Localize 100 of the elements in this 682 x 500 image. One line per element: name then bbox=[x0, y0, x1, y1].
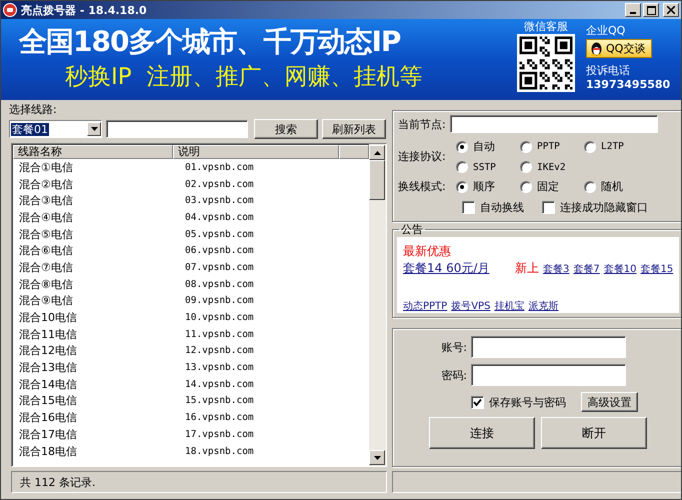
route-name: 混合15电信 bbox=[18, 393, 78, 408]
promo-text: 最新优惠 bbox=[403, 243, 451, 260]
search-button[interactable]: 搜索 bbox=[254, 119, 318, 139]
password-field[interactable] bbox=[471, 364, 626, 386]
maximize-button[interactable] bbox=[643, 3, 659, 17]
node-field[interactable] bbox=[450, 115, 658, 133]
route-host: 07.vpsnb.com bbox=[184, 262, 255, 273]
column-header[interactable]: 说明 bbox=[173, 145, 339, 159]
refresh-list-button[interactable]: 刷新列表 bbox=[322, 119, 386, 139]
check-icon bbox=[473, 398, 482, 406]
route-host: 16.vpsnb.com bbox=[184, 412, 255, 424]
route-row[interactable]: 混合17电信 17.vpsnb.com bbox=[13, 426, 369, 443]
promo-text: 新上 bbox=[515, 260, 539, 277]
route-host: 17.vpsnb.com bbox=[184, 428, 255, 440]
search-field[interactable] bbox=[106, 120, 248, 138]
package-dropdown[interactable]: 套餐01 bbox=[9, 120, 102, 138]
option-checkbox[interactable]: 自动换线 bbox=[462, 200, 524, 215]
scroll-thumb[interactable] bbox=[369, 160, 385, 200]
promo-link[interactable]: 挂机宝 bbox=[494, 299, 524, 313]
scroll-down-icon bbox=[374, 456, 380, 460]
scrollbar[interactable] bbox=[369, 144, 386, 466]
route-name: 混合⑦电信 bbox=[18, 260, 74, 275]
route-row[interactable]: 混合10电信 10.vpsnb.com bbox=[13, 309, 369, 326]
route-name: 混合17电信 bbox=[18, 426, 78, 442]
advanced-settings-button[interactable]: 高级设置 bbox=[581, 392, 638, 412]
route-host: 12.vpsnb.com bbox=[184, 345, 255, 356]
mode-label: 换线模式: bbox=[398, 179, 447, 194]
route-name: 混合⑤电信 bbox=[18, 226, 74, 242]
promo-link[interactable]: 套餐10 bbox=[604, 262, 636, 276]
route-name: 混合⑨电信 bbox=[18, 293, 74, 308]
promo-link[interactable]: 动态PPTP bbox=[403, 299, 448, 313]
qq-chat-button[interactable]: QQ交谈 bbox=[586, 39, 652, 58]
route-row[interactable]: 混合12电信 12.vpsnb.com bbox=[13, 342, 369, 360]
route-row[interactable]: 混合⑦电信 07.vpsnb.com bbox=[13, 259, 369, 276]
connect-button[interactable]: 连接 bbox=[429, 417, 535, 449]
route-row[interactable]: 混合⑨电信 09.vpsnb.com bbox=[13, 292, 369, 310]
route-row[interactable]: 混合②电信 02.vpsnb.com bbox=[13, 176, 369, 192]
disconnect-button[interactable]: 断开 bbox=[541, 417, 647, 449]
route-row[interactable]: 混合15电信 15.vpsnb.com bbox=[13, 392, 369, 410]
route-host: 08.vpsnb.com bbox=[184, 278, 255, 290]
qq-label: 企业QQ bbox=[586, 24, 626, 37]
protocol-radio[interactable]: 自动 bbox=[456, 139, 520, 154]
route-host: 10.vpsnb.com bbox=[184, 312, 255, 324]
route-host: 15.vpsnb.com bbox=[184, 395, 255, 406]
route-row[interactable]: 混合⑤电信 05.vpsnb.com bbox=[13, 226, 369, 242]
route-host: 05.vpsnb.com bbox=[184, 228, 255, 240]
route-name: 混合①电信 bbox=[18, 160, 74, 175]
line-label: 选择线路: bbox=[8, 103, 58, 117]
route-row[interactable]: 混合14电信 14.vpsnb.com bbox=[13, 376, 369, 393]
penguin-icon bbox=[590, 41, 603, 56]
mode-radio[interactable]: 固定 bbox=[520, 179, 584, 194]
route-row[interactable]: 混合③电信 03.vpsnb.com bbox=[13, 192, 369, 210]
route-name: 混合10电信 bbox=[18, 310, 78, 326]
minimize-button[interactable] bbox=[625, 3, 641, 17]
route-host: 01.vpsnb.com bbox=[184, 162, 255, 173]
notice-title: 公告 bbox=[400, 222, 424, 237]
protocol-label: 连接协议: bbox=[398, 148, 447, 164]
route-row[interactable]: 混合13电信 13.vpsnb.com bbox=[13, 359, 369, 376]
route-row[interactable]: 混合①电信 01.vpsnb.com bbox=[13, 159, 369, 176]
banner-subline: 秒换IP 注册、推广、网赚、挂机等 bbox=[64, 63, 422, 92]
route-host: 11.vpsnb.com bbox=[184, 328, 255, 340]
wechat-label: 微信客服 bbox=[524, 20, 568, 34]
close-button[interactable] bbox=[663, 3, 679, 17]
column-header[interactable]: 线路名称 bbox=[13, 145, 173, 159]
password-label: 密码: bbox=[440, 368, 467, 382]
protocol-radio[interactable]: PPTP bbox=[520, 139, 584, 154]
promo-link[interactable]: 套餐15 bbox=[640, 262, 674, 276]
promo-link[interactable]: 套餐14 60元/月 bbox=[403, 260, 509, 292]
route-name: 混合⑧电信 bbox=[18, 276, 74, 292]
protocol-radio[interactable]: IKEv2 bbox=[520, 161, 584, 173]
node-label: 当前节点: bbox=[398, 116, 447, 132]
promo-link[interactable]: 套餐3 bbox=[543, 262, 570, 276]
route-row[interactable]: 混合⑧电信 08.vpsnb.com bbox=[13, 276, 369, 292]
close-icon bbox=[667, 6, 675, 14]
mode-radio[interactable]: 顺序 bbox=[456, 179, 520, 194]
route-row[interactable]: 混合16电信 16.vpsnb.com bbox=[13, 409, 369, 426]
route-row[interactable]: 混合11电信 11.vpsnb.com bbox=[13, 326, 369, 343]
account-field[interactable] bbox=[471, 336, 626, 358]
protocol-radio[interactable]: L2TP bbox=[584, 139, 648, 154]
route-host: 13.vpsnb.com bbox=[184, 362, 255, 374]
route-name: 混合11电信 bbox=[18, 326, 78, 342]
route-row[interactable]: 混合④电信 04.vpsnb.com bbox=[13, 209, 369, 226]
route-name: 混合②电信 bbox=[18, 176, 74, 192]
promo-link[interactable]: 套餐7 bbox=[573, 262, 600, 276]
route-name: 混合13电信 bbox=[18, 360, 78, 376]
route-host: 04.vpsnb.com bbox=[184, 212, 255, 223]
route-name: 混合12电信 bbox=[18, 343, 78, 358]
promo-link[interactable]: 派克斯 bbox=[528, 299, 558, 313]
protocol-radio[interactable]: SSTP bbox=[456, 161, 520, 173]
promo-link[interactable]: 拨号VPS bbox=[451, 299, 490, 313]
route-host: 18.vpsnb.com bbox=[184, 446, 255, 457]
save-credentials-checkbox[interactable]: 保存账号与密码 bbox=[471, 394, 566, 410]
route-name: 混合14电信 bbox=[18, 376, 78, 392]
route-row[interactable]: 混合18电信 18.vpsnb.com bbox=[13, 442, 369, 460]
route-name: 混合③电信 bbox=[18, 193, 74, 208]
route-row[interactable]: 混合⑥电信 06.vpsnb.com bbox=[13, 242, 369, 260]
option-checkbox[interactable]: 连接成功隐藏窗口 bbox=[542, 200, 648, 215]
account-label: 账号: bbox=[440, 340, 467, 354]
mode-radio[interactable]: 随机 bbox=[584, 179, 648, 194]
route-name: 混合16电信 bbox=[18, 410, 78, 426]
